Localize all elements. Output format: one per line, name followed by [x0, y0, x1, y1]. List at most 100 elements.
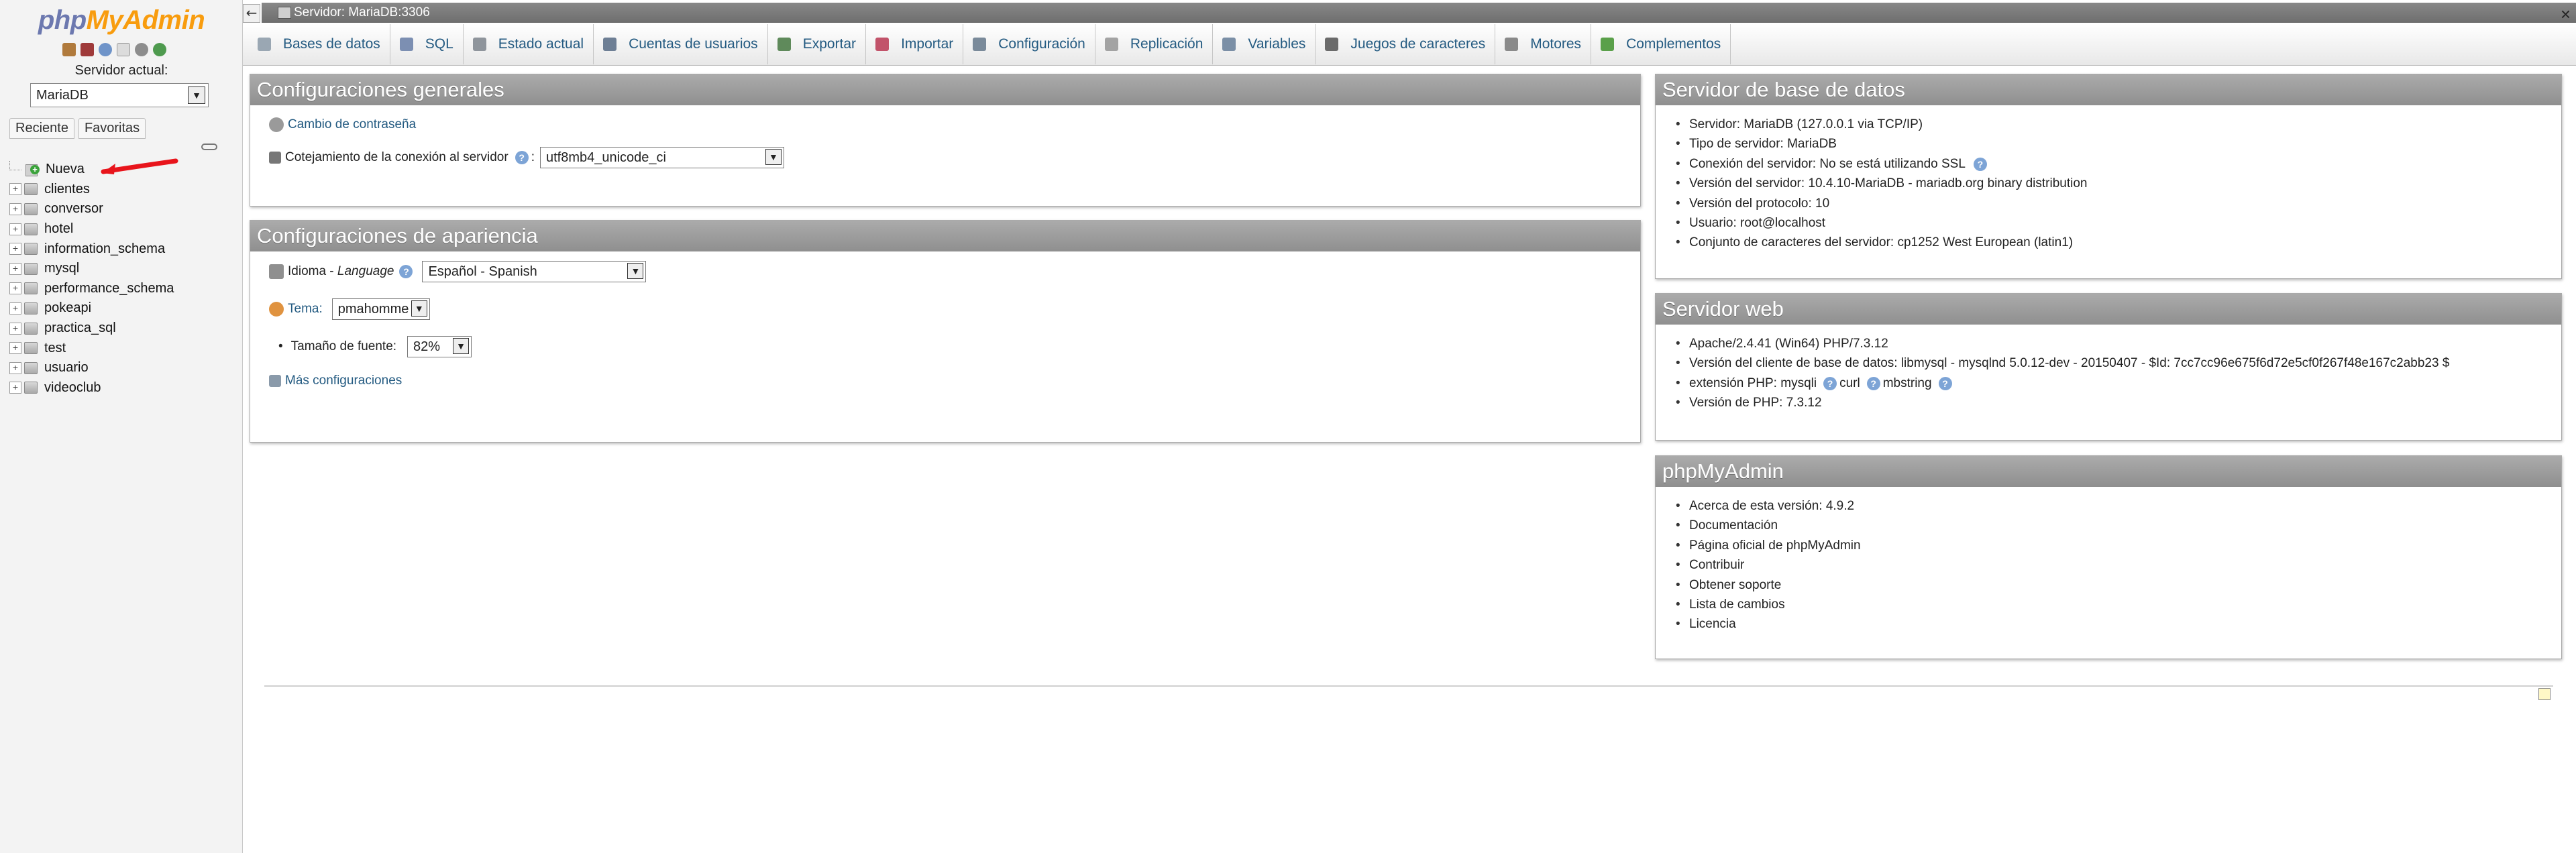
phpmyadmin-logo[interactable]: phpMyAdmin — [0, 5, 243, 36]
variables-icon — [1222, 38, 1236, 51]
list-item: Usuario: root@localhost — [1674, 213, 2542, 233]
appearance-settings-panel: Configuraciones de apariencia Idioma - L… — [250, 220, 1641, 443]
link-icon[interactable] — [201, 144, 217, 150]
changelog-link[interactable]: Lista de cambios — [1674, 595, 2542, 615]
tab-user-accounts[interactable]: Cuentas de usuarios — [594, 24, 768, 64]
tab-favorites[interactable]: Favoritas — [78, 118, 146, 139]
tab-export[interactable]: Exportar — [768, 24, 867, 64]
home-icon[interactable] — [62, 43, 76, 56]
expand-icon[interactable]: + — [9, 183, 21, 196]
import-icon — [875, 38, 890, 51]
charset-icon — [1325, 38, 1339, 51]
collation-select[interactable]: utf8mb4_unicode_ci ▼ — [539, 147, 784, 168]
tab-status[interactable]: Estado actual — [464, 24, 594, 64]
tree-item-label: information_schema — [44, 241, 166, 256]
tab-recent[interactable]: Reciente — [9, 118, 74, 139]
tree-connector — [9, 160, 21, 170]
expand-icon[interactable]: + — [9, 342, 21, 355]
expand-icon[interactable]: + — [9, 203, 21, 215]
main-menu: Bases de datos SQL Estado actual Cuentas… — [243, 24, 2576, 66]
tree-item-database[interactable]: + hotel — [9, 219, 174, 239]
tab-replication[interactable]: Replicación — [1095, 24, 1214, 64]
tab-import[interactable]: Importar — [866, 24, 964, 64]
expand-icon[interactable]: + — [9, 282, 21, 295]
official-page-link[interactable]: Página oficial de phpMyAdmin — [1674, 536, 2542, 556]
tree-item-database[interactable]: + conversor — [9, 199, 174, 219]
tree-item-label: usuario — [44, 360, 89, 376]
help-icon[interactable]: ? — [1973, 157, 1987, 171]
theme-link[interactable]: Tema: — [288, 302, 323, 317]
help-icon[interactable] — [99, 43, 112, 56]
tree-item-database[interactable]: + usuario — [9, 358, 174, 378]
tab-charsets[interactable]: Juegos de caracteres — [1316, 24, 1496, 64]
expand-icon[interactable]: + — [9, 322, 21, 335]
list-item: Versión del protocolo: 10 — [1674, 194, 2542, 214]
help-icon[interactable]: ? — [1866, 376, 1880, 390]
chevron-down-icon: ▼ — [765, 149, 782, 165]
tree-item-database[interactable]: + practica_sql — [9, 319, 174, 339]
sql-icon — [399, 38, 413, 51]
tree-item-database[interactable]: + clientes — [9, 180, 174, 200]
expand-icon[interactable]: + — [9, 262, 21, 275]
support-link[interactable]: Obtener soporte — [1674, 575, 2542, 595]
database-icon — [24, 342, 38, 355]
font-size-label: Tamaño de fuente: — [290, 339, 397, 353]
expand-icon[interactable]: + — [9, 361, 21, 374]
help-icon[interactable]: ? — [1823, 376, 1837, 390]
tree-item-database[interactable]: + test — [9, 338, 174, 358]
theme-select[interactable]: pmahomme ▼ — [331, 298, 430, 320]
tree-item-label: mysql — [44, 261, 80, 276]
tree-item-label: practica_sql — [44, 321, 116, 336]
export-icon — [777, 38, 791, 51]
tree-item-database[interactable]: + information_schema — [9, 239, 174, 259]
database-icon — [24, 382, 38, 394]
tab-sql[interactable]: SQL — [390, 24, 464, 64]
logout-icon[interactable] — [80, 43, 94, 56]
expand-icon[interactable]: + — [9, 382, 21, 394]
current-server-label: Servidor actual: — [74, 63, 168, 78]
tree-item-database[interactable]: + videoclub — [9, 378, 174, 398]
close-icon[interactable]: × — [2561, 4, 2571, 25]
nav-icon-bar — [62, 43, 166, 56]
reload-icon[interactable] — [153, 43, 166, 56]
settings-icon[interactable] — [135, 43, 148, 56]
more-settings-link[interactable]: Más configuraciones — [285, 374, 402, 388]
help-icon[interactable]: ? — [515, 151, 529, 164]
tree-item-database[interactable]: + mysql — [9, 259, 174, 279]
help-icon[interactable]: ? — [1938, 376, 1952, 390]
server-icon — [278, 7, 291, 19]
server-select[interactable]: MariaDB ▼ — [30, 83, 209, 107]
tab-plugins[interactable]: Complementos — [1591, 24, 1731, 64]
database-icon — [24, 243, 38, 255]
tab-databases[interactable]: Bases de datos — [248, 24, 390, 64]
theme-icon — [269, 302, 284, 317]
tree-item-label: pokeapi — [44, 300, 92, 316]
console-icon[interactable] — [2538, 688, 2551, 700]
license-link[interactable]: Licencia — [1674, 614, 2542, 634]
tree-item-label: performance_schema — [44, 280, 174, 296]
chevron-down-icon: ▼ — [188, 87, 205, 104]
collation-icon — [269, 152, 281, 164]
expand-icon[interactable]: + — [9, 243, 21, 255]
database-icon — [24, 302, 38, 315]
contribute-link[interactable]: Contribuir — [1674, 555, 2542, 575]
font-size-select[interactable]: 82% ▼ — [407, 336, 472, 357]
tree-item-label: Nueva — [46, 162, 85, 177]
collapse-nav-button[interactable]: ← — [243, 4, 260, 23]
documentation-link[interactable]: Documentación — [1674, 516, 2542, 536]
language-select[interactable]: Español - Spanish ▼ — [422, 261, 647, 282]
tree-item-database[interactable]: + performance_schema — [9, 279, 174, 299]
tab-engines[interactable]: Motores — [1495, 24, 1592, 64]
key-icon — [269, 117, 284, 132]
list-item: Conjunto de caracteres del servidor: cp1… — [1674, 233, 2542, 253]
expand-icon[interactable]: + — [9, 223, 21, 235]
expand-icon[interactable]: + — [9, 302, 21, 315]
docs-icon[interactable] — [117, 43, 130, 56]
help-icon[interactable]: ? — [399, 265, 413, 278]
chevron-down-icon: ▼ — [453, 338, 470, 354]
tree-item-database[interactable]: + pokeapi — [9, 298, 174, 319]
server-breadcrumb-link[interactable]: Servidor: MariaDB:3306 — [294, 5, 430, 20]
change-password-link[interactable]: Cambio de contraseña — [288, 117, 416, 132]
tab-settings[interactable]: Configuración — [963, 24, 1095, 64]
tab-variables[interactable]: Variables — [1213, 24, 1316, 64]
